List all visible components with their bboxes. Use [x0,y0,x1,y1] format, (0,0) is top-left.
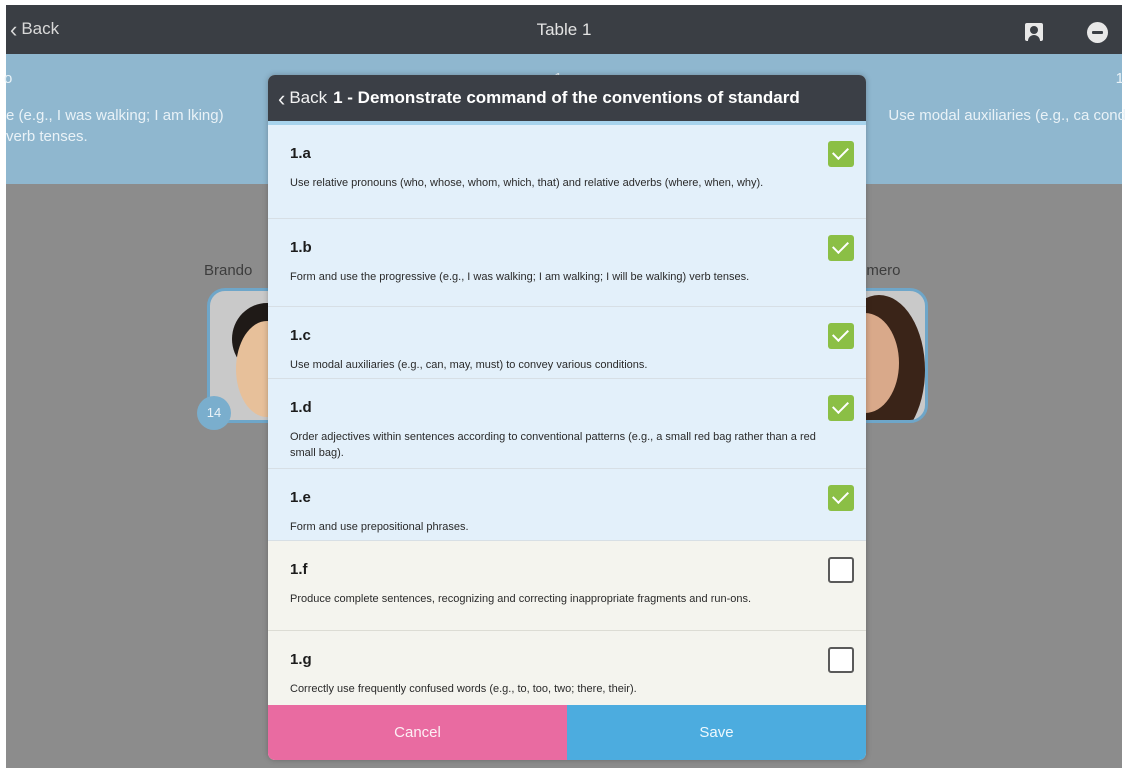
check-icon[interactable] [828,235,854,261]
checkbox-icon[interactable] [828,557,854,583]
standard-code: 1.f [290,561,308,578]
banner-left-code: o [4,70,13,87]
standard-item[interactable]: 1.b Form and use the progressive (e.g., … [268,219,866,307]
cancel-button[interactable]: Cancel [268,705,567,760]
seat-number-badge: 14 [197,396,231,430]
standard-description: Form and use prepositional phrases. [290,521,469,533]
standard-description: Order adjectives within sentences accord… [290,431,816,459]
modal-title: 1 - Demonstrate command of the conventio… [333,88,800,107]
page-title: Table 1 [536,20,592,39]
standard-code: 1.c [290,327,311,344]
student-name-left: Brando [204,262,253,279]
check-icon[interactable] [828,323,854,349]
standard-item[interactable]: 1.c Use modal auxiliaries (e.g., can, ma… [268,307,866,379]
check-icon[interactable] [828,141,854,167]
banner-right-code: 1 [1115,70,1124,87]
save-button[interactable]: Save [567,705,866,760]
standard-item[interactable]: 1.a Use relative pronouns (who, whose, w… [268,125,866,219]
check-icon[interactable] [828,395,854,421]
standards-modal: ‹ Back 1 - Demonstrate command of the co… [268,75,866,760]
standards-list: 1.a Use relative pronouns (who, whose, w… [268,125,866,705]
checkbox-icon[interactable] [828,647,854,673]
standard-item[interactable]: 1.f Produce complete sentences, recogniz… [268,541,866,631]
standard-code: 1.a [290,145,311,162]
standard-item[interactable]: 1.e Form and use prepositional phrases. [268,469,866,541]
standard-description: Use relative pronouns (who, whose, whom,… [290,177,764,189]
chevron-left-icon[interactable]: ‹ [278,87,285,109]
standard-code: 1.g [290,651,312,668]
top-nav-bar: ‹ Back Table 1 [6,5,1122,54]
modal-back-button[interactable]: Back [289,88,327,108]
standard-item[interactable]: 1.g Correctly use frequently confused wo… [268,631,866,705]
banner-left-text: e (e.g., I was walking; I am lking) verb… [6,107,224,145]
standard-code: 1.d [290,399,312,416]
standard-description: Use modal auxiliaries (e.g., can, may, m… [290,359,648,371]
standard-description: Correctly use frequently confused words … [290,683,637,695]
standard-item[interactable]: 1.d Order adjectives within sentences ac… [268,379,866,469]
standard-description: Produce complete sentences, recognizing … [290,593,752,605]
check-icon[interactable] [828,485,854,511]
person-icon[interactable] [1025,23,1043,41]
standard-code: 1.b [290,239,312,256]
standard-description: Form and use the progressive (e.g., I wa… [290,271,750,283]
standard-code: 1.e [290,489,311,506]
menu-icon[interactable] [1087,22,1108,43]
banner-right-text: Use modal auxiliaries (e.g., ca cond [888,107,1126,124]
modal-header: ‹ Back 1 - Demonstrate command of the co… [268,75,866,125]
modal-footer: Cancel Save [268,705,866,760]
